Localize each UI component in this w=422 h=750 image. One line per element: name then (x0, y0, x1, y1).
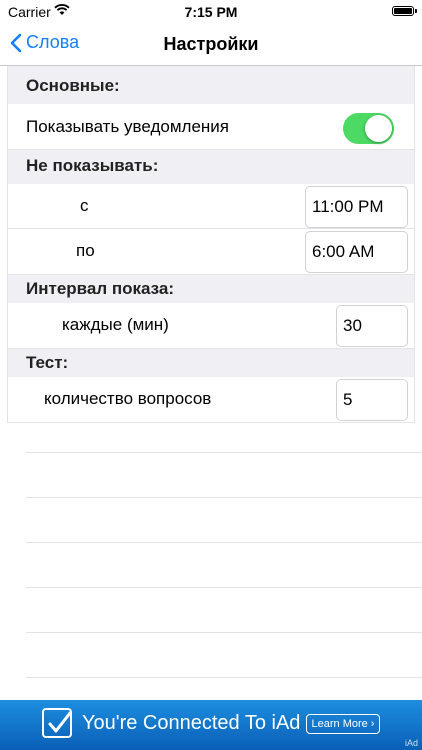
row-from-time: с 11:00 PM (8, 184, 414, 229)
empty-row (26, 498, 422, 543)
empty-row (26, 408, 422, 453)
ad-text: You're Connected To iAd (82, 712, 301, 734)
to-time-label: по (76, 241, 95, 260)
iad-banner[interactable]: You're Connected To iAd Learn More › iAd (0, 700, 422, 750)
interval-label: каждые (мин) (62, 315, 169, 334)
from-time-field[interactable]: 11:00 PM (305, 186, 408, 228)
row-show-notifications: Показывать уведомления (8, 104, 414, 150)
battery-icon (392, 6, 417, 16)
checkbox-icon (42, 708, 72, 738)
status-bar: Carrier 7:15 PM (0, 0, 422, 24)
empty-row (26, 543, 422, 588)
learn-more-button[interactable]: Learn More › (306, 714, 380, 734)
show-notifications-label: Показывать уведомления (26, 117, 229, 136)
empty-row (26, 453, 422, 498)
section-header-dont-show: Не показывать: (8, 150, 414, 184)
section-header-test: Тест: (8, 349, 414, 377)
settings-table: Основные: Показывать уведомления Не пока… (0, 66, 422, 423)
row-to-time: по 6:00 AM (8, 229, 414, 275)
toggle-knob (365, 115, 392, 142)
status-time: 7:15 PM (184, 4, 238, 20)
empty-row (26, 633, 422, 678)
row-interval: каждые (мин) 30 (8, 303, 414, 349)
section-header-basic: Основные: (8, 66, 414, 104)
to-time-field[interactable]: 6:00 AM (305, 231, 408, 273)
empty-table-rows (26, 408, 422, 678)
interval-field[interactable]: 30 (336, 305, 408, 347)
from-time-label: с (80, 196, 89, 215)
iad-badge: iAd (404, 738, 418, 748)
show-notifications-toggle[interactable] (343, 113, 394, 144)
section-header-interval: Интервал показа: (8, 275, 414, 303)
navigation-bar: Слова Настройки (0, 24, 422, 66)
empty-row (26, 588, 422, 633)
page-title: Настройки (163, 34, 259, 54)
